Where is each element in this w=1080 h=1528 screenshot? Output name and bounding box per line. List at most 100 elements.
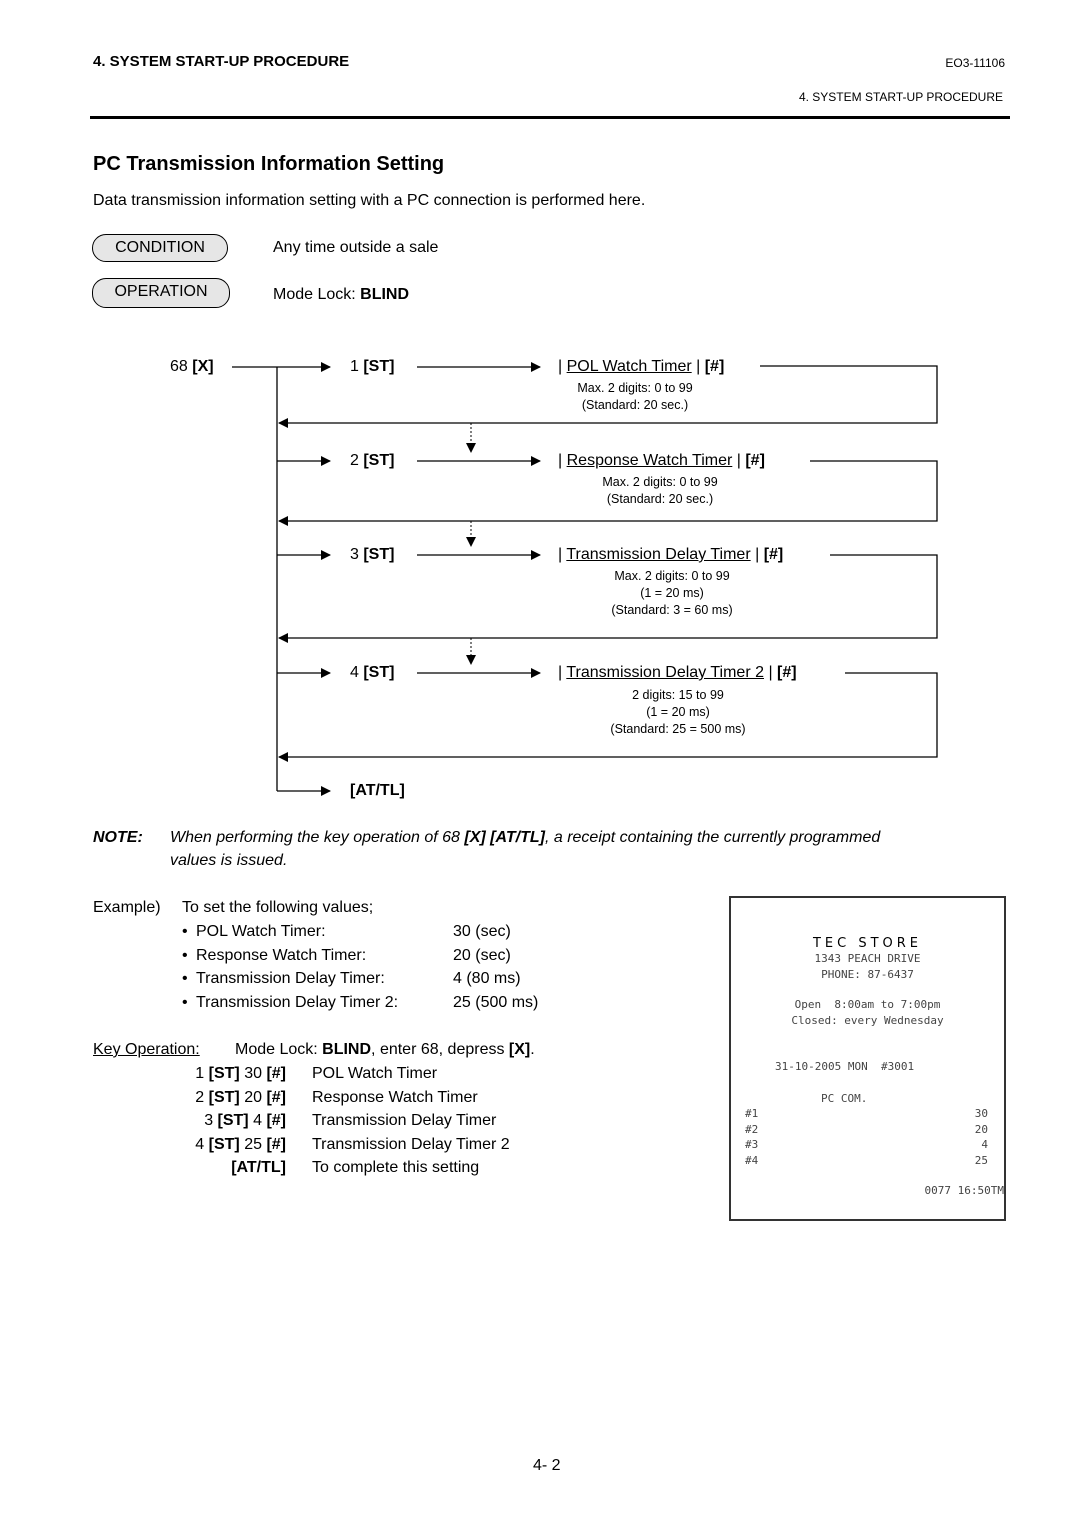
key-value: 1 — [195, 1065, 209, 1082]
page-number: 4- 2 — [533, 1457, 561, 1474]
manual-page: 4. SYSTEM START-UP PROCEDURE EO3-11106 4… — [0, 0, 1080, 1528]
receipt-line-value: 20 — [974, 1122, 988, 1136]
key-sequence: 4 [ST] 25 [#] — [195, 1136, 286, 1154]
note-line: Max. 2 digits: 0 to 99 — [602, 475, 718, 489]
key-value: 2 — [195, 1088, 209, 1106]
key-sequence: 1 [ST] 30 [#] — [195, 1065, 286, 1083]
step3-key: 3 [ST] — [350, 546, 394, 564]
key-value: 4 — [248, 1112, 267, 1130]
receipt-line-value: 4 — [981, 1138, 988, 1151]
note-line: (1 = 20 ms) — [646, 705, 710, 719]
t: [X] — [508, 1041, 531, 1058]
key-description: Transmission Delay Timer — [312, 1112, 497, 1130]
note-line: (Standard: 20 sec.) — [606, 492, 714, 506]
key-value: 4 — [195, 1135, 209, 1153]
step-number: 3 — [350, 546, 364, 563]
note-line: 2 digits: 15 to 99 — [632, 688, 724, 702]
receipt-line-label: #2 — [745, 1122, 759, 1136]
key: [ST] — [208, 1088, 240, 1106]
key-operation-intro: Mode Lock: BLIND, enter 68, depress [X]. — [235, 1041, 535, 1059]
example-item-value: 20 (sec) — [453, 946, 511, 964]
step-number: 4 — [350, 664, 364, 681]
note-text: When performing the key operation of 68 … — [170, 829, 1005, 847]
step1-key: 1 [ST] — [350, 358, 394, 376]
key: [ST] — [208, 1135, 240, 1153]
key-description: Transmission Delay Timer 2 — [312, 1135, 510, 1153]
key: [ST] — [208, 1065, 240, 1082]
receipt-line-value: 25 — [974, 1153, 988, 1167]
step1-field: | POL Watch Timer | [#] — [558, 358, 725, 375]
enter-key: [#] — [745, 452, 765, 469]
receipt-date: 31-10-2005 MON #3001 — [775, 1060, 915, 1073]
key-operation-label: Key Operation: — [93, 1041, 200, 1059]
receipt-address: 1343 PEACH DRIVE — [814, 952, 921, 965]
t: Mode Lock: — [235, 1041, 323, 1058]
flow-lines — [232, 362, 938, 796]
receipt: TEC STORE 1343 PEACH DRIVE PHONE: 87-643… — [729, 896, 1006, 1221]
step-number: 1 — [350, 358, 364, 375]
key: [ST] — [217, 1112, 249, 1130]
example-bullet: • — [182, 946, 188, 964]
key-sequence: [AT/TL] — [231, 1159, 286, 1177]
receipt-closed: Closed: every Wednesday — [791, 1014, 944, 1027]
note-part: , a receipt containing the currently pro… — [544, 829, 881, 846]
example-bullet: • — [182, 923, 188, 940]
key: [#] — [266, 1112, 286, 1130]
example-item-name: Transmission Delay Timer 2: — [196, 994, 399, 1012]
note-line: (Standard: 3 = 60 ms) — [611, 603, 733, 617]
flow-start: 68 [X] — [170, 358, 214, 376]
receipt-line-label: #4 — [745, 1153, 759, 1167]
key-sequence: 2 [ST] 20 [#] — [195, 1089, 286, 1107]
key-description: POL Watch Timer — [312, 1065, 438, 1082]
t: , enter 68, depress — [371, 1041, 509, 1058]
receipt-hours: Open 8:00am to 7:00pm — [794, 998, 941, 1011]
step2-notes: Max. 2 digits: 0 to 99 (Standard: 20 sec.… — [560, 474, 760, 508]
note-part: When performing the key operation of 68 — [170, 829, 465, 846]
field-name: POL Watch Timer — [566, 358, 692, 375]
key-value: 30 — [239, 1065, 267, 1082]
flow-end-key: [AT/TL] — [350, 782, 405, 799]
key: [#] — [266, 1065, 286, 1082]
enter-key: [#] — [777, 664, 797, 681]
receipt-title: PC COM. — [821, 1092, 868, 1105]
key: [#] — [266, 1135, 286, 1153]
t: BLIND — [322, 1041, 372, 1058]
key-op-label-text: Key Operation: — [93, 1041, 200, 1058]
step3-notes: Max. 2 digits: 0 to 99 (1 = 20 ms) (Standa… — [572, 568, 772, 619]
example-label: Example) — [93, 899, 161, 916]
enter-key: [#] — [704, 358, 725, 375]
field-name: Transmission Delay Timer 2 — [566, 664, 764, 681]
step-number: 2 — [350, 452, 364, 469]
note-line: (Standard: 20 sec.) — [581, 398, 689, 412]
example-bullet: • — [182, 970, 188, 988]
example-item-name: Transmission Delay Timer: — [196, 970, 385, 988]
step4-field: | Transmission Delay Timer 2 | [#] — [558, 664, 797, 681]
step2-field: | Response Watch Timer | [#] — [558, 452, 765, 469]
key: [#] — [266, 1088, 286, 1106]
t: . — [530, 1041, 535, 1058]
step4-key: 4 [ST] — [350, 664, 394, 682]
enter-key: [#] — [763, 546, 784, 563]
st-key: [ST] — [363, 664, 395, 681]
receipt-store: TEC STORE — [812, 936, 923, 951]
field-name: Transmission Delay Timer — [566, 546, 751, 563]
example-bullet: • — [182, 994, 188, 1012]
key-description: Response Watch Timer — [312, 1088, 478, 1106]
key-sequence: 3 [ST] 4 [#] — [204, 1112, 286, 1130]
example-item-name: Response Watch Timer: — [196, 946, 367, 964]
key-value: 3 — [204, 1112, 218, 1130]
st-key: [ST] — [363, 452, 395, 469]
key-description: To complete this setting — [312, 1159, 480, 1177]
example-item-value: 30 (sec) — [453, 923, 511, 940]
example-item-value: 4 (80 ms) — [453, 970, 521, 988]
note-line: Max. 2 digits: 0 to 99 — [614, 569, 730, 583]
note-line: (1 = 20 ms) — [640, 586, 704, 600]
step3-field: | Transmission Delay Timer | [#] — [558, 546, 784, 563]
note-text-2: values is issued. — [170, 852, 288, 869]
key-value: 25 — [239, 1135, 267, 1153]
note-label: NOTE: — [93, 829, 143, 846]
example-item-name: POL Watch Timer: — [196, 923, 326, 940]
note-line: (Standard: 25 = 500 ms) — [610, 722, 746, 736]
step4-notes: 2 digits: 15 to 99 (1 = 20 ms) (Standard: … — [578, 687, 778, 738]
x-key: [X] — [192, 358, 214, 375]
